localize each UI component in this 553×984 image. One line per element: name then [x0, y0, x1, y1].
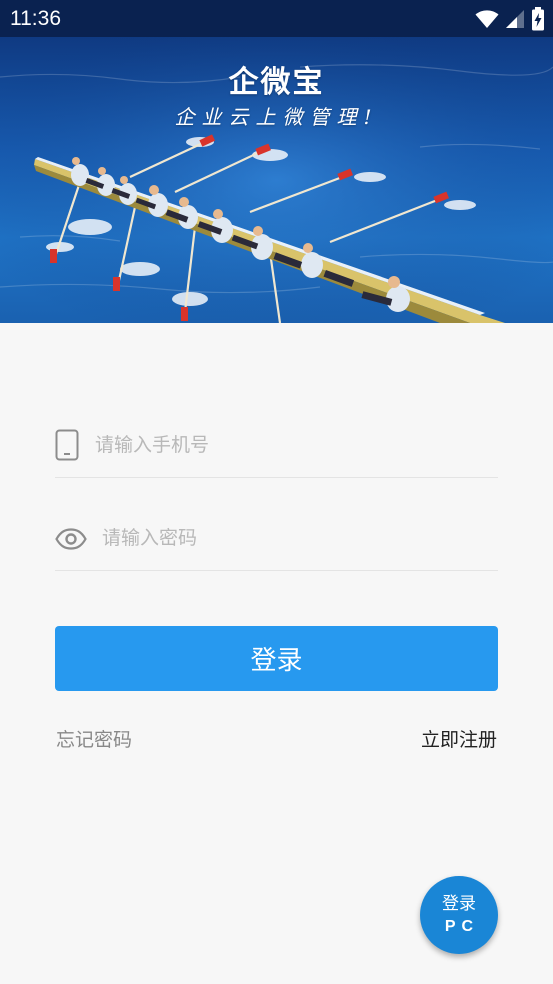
login-pc-sublabel: PC: [444, 918, 480, 935]
brand-slogan: 企业云上微管理!: [174, 105, 379, 129]
register-link[interactable]: 立即注册: [421, 725, 497, 752]
status-icons: [475, 6, 545, 32]
phone-input[interactable]: [95, 427, 495, 463]
battery-charging-icon: [532, 7, 544, 31]
cellular-signal-icon: [506, 10, 524, 28]
status-time: 11:36: [10, 7, 61, 30]
login-pc-button[interactable]: 登录 PC: [420, 876, 498, 954]
login-button[interactable]: 登录: [55, 626, 498, 691]
password-input[interactable]: [102, 520, 492, 556]
status-bar: 11:36: [0, 0, 553, 37]
wifi-icon: [475, 10, 499, 28]
forgot-password-link[interactable]: 忘记密码: [56, 725, 132, 752]
brand-name: 企微宝: [228, 65, 325, 100]
eye-icon[interactable]: [55, 528, 87, 554]
phone-field: [55, 417, 498, 478]
login-screen: 11:36 企微宝 企业云上微管理! 请输入手机号 登录 忘记密码 立即注册 登…: [0, 0, 553, 984]
phone-icon: [55, 429, 79, 465]
login-pc-label: 登录: [442, 894, 476, 914]
banner-image: 企微宝 企业云上微管理!: [0, 37, 553, 323]
password-field: [55, 510, 498, 571]
